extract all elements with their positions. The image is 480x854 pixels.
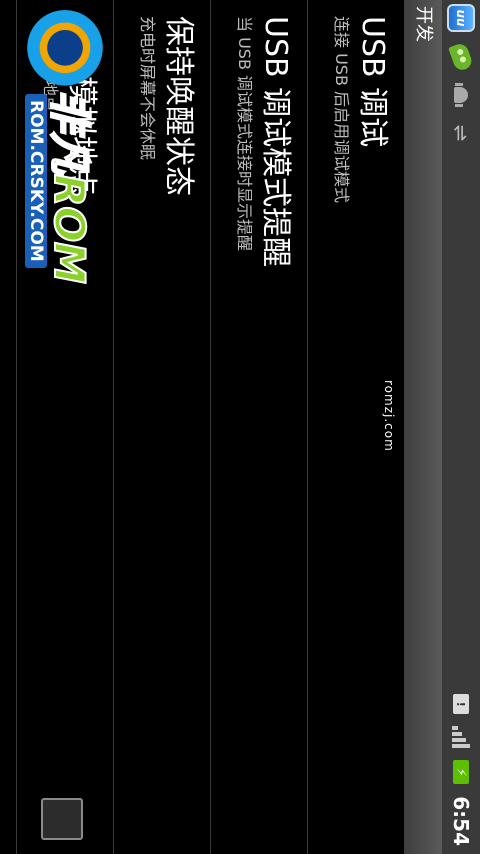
rotated-screen: uu ⇌ ! ⚡ 6:54 开发 romzj.com USB 调试 连接 USB… bbox=[0, 0, 480, 854]
setting-stay-awake[interactable]: 保持唤醒状态 充电时屏幕不会休眠 bbox=[113, 0, 210, 854]
usb-icon: ⇌ bbox=[449, 124, 473, 142]
signal-icon bbox=[452, 726, 470, 749]
status-clock: 6:54 bbox=[449, 796, 473, 846]
uu-app-icon: uu bbox=[447, 4, 475, 32]
system-icons: ! ⚡ 6:54 bbox=[445, 694, 477, 846]
crsky-logo: 非凡ROM ROM.CRSKY.COM bbox=[5, 8, 115, 308]
logo-text-main: 非凡 bbox=[44, 89, 95, 175]
android-debug-icon bbox=[448, 82, 474, 108]
setting-subtitle: 当 USB 调试模式连接时显示提醒 bbox=[235, 16, 254, 252]
setting-subtitle: 充电时屏幕不会休眠 bbox=[138, 16, 157, 161]
mock-locations-checkbox[interactable] bbox=[41, 798, 83, 840]
notification-icons: uu ⇌ bbox=[445, 4, 477, 146]
battery-charging-icon: ⚡ bbox=[453, 760, 469, 785]
setting-subtitle: 连接 USB 后启用调试模式 bbox=[332, 16, 351, 204]
setting-title: USB 调试模式提醒 bbox=[258, 16, 293, 268]
chat-icon: ! bbox=[453, 694, 469, 715]
logo-text-rom: ROM bbox=[44, 173, 95, 285]
setting-title: 保持唤醒状态 bbox=[161, 16, 196, 196]
setting-usb-debug-notify[interactable]: USB 调试模式提醒 当 USB 调试模式连接时显示提醒 bbox=[210, 0, 307, 854]
logo-url: ROM.CRSKY.COM bbox=[25, 94, 47, 268]
setting-usb-debugging[interactable]: USB 调试 连接 USB 后启用调试模式 bbox=[307, 0, 404, 854]
pea-icon bbox=[448, 41, 474, 73]
logo-title: 非凡ROM bbox=[42, 89, 103, 285]
logo-ring-icon bbox=[23, 10, 107, 94]
page-title: 开发 bbox=[404, 0, 442, 854]
setting-title: USB 调试 bbox=[355, 16, 390, 148]
status-bar: uu ⇌ ! ⚡ 6:54 bbox=[441, 0, 480, 854]
